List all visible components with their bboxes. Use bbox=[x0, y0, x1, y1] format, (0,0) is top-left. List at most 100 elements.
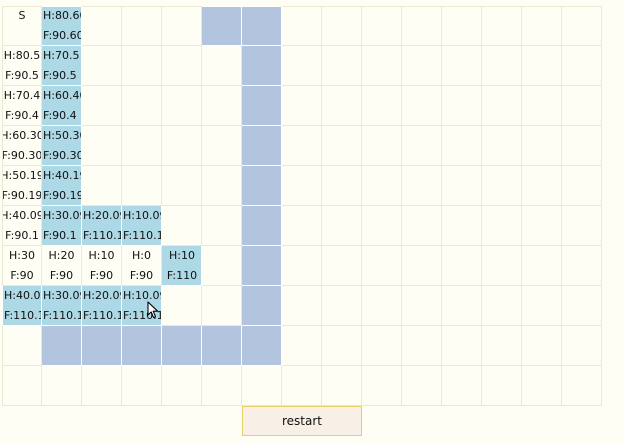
grid-cell[interactable] bbox=[402, 46, 442, 86]
grid-cell[interactable] bbox=[482, 246, 522, 286]
grid-cell[interactable] bbox=[202, 206, 242, 246]
wall-cell[interactable] bbox=[202, 6, 242, 46]
grid-cell[interactable] bbox=[282, 206, 322, 246]
grid-cell[interactable] bbox=[282, 286, 322, 326]
wall-cell[interactable] bbox=[242, 6, 282, 46]
grid-cell[interactable] bbox=[322, 366, 362, 406]
grid-cell[interactable] bbox=[482, 206, 522, 246]
grid-cell[interactable] bbox=[362, 326, 402, 366]
grid-cell[interactable] bbox=[482, 126, 522, 166]
grid-cell[interactable] bbox=[442, 166, 482, 206]
grid-cell[interactable] bbox=[162, 6, 202, 46]
path-cell[interactable]: H:10.09 F:110.1 bbox=[122, 206, 162, 246]
wall-cell[interactable] bbox=[242, 46, 282, 86]
grid-cell[interactable] bbox=[362, 286, 402, 326]
grid-cell[interactable] bbox=[282, 366, 322, 406]
grid-cell[interactable] bbox=[402, 286, 442, 326]
grid-cell[interactable] bbox=[282, 46, 322, 86]
wall-cell[interactable] bbox=[242, 166, 282, 206]
grid-cell[interactable] bbox=[442, 6, 482, 46]
wall-cell[interactable] bbox=[202, 326, 242, 366]
grid-cell[interactable] bbox=[562, 286, 602, 326]
path-cell[interactable]: H:70.5 F:90.5 bbox=[42, 46, 82, 86]
grid-cell[interactable] bbox=[522, 366, 562, 406]
grid-cell[interactable] bbox=[402, 166, 442, 206]
restart-button[interactable]: restart bbox=[242, 406, 362, 436]
grid-cell[interactable] bbox=[122, 126, 162, 166]
open-cell[interactable]: H:10 F:90 bbox=[82, 246, 122, 286]
grid-cell[interactable] bbox=[362, 166, 402, 206]
grid-cell[interactable] bbox=[202, 286, 242, 326]
grid-cell[interactable] bbox=[402, 246, 442, 286]
grid-cell[interactable] bbox=[322, 46, 362, 86]
path-cell[interactable]: H:20.09 F:110.1 bbox=[82, 206, 122, 246]
wall-cell[interactable] bbox=[242, 126, 282, 166]
grid-cell[interactable] bbox=[442, 366, 482, 406]
wall-cell[interactable] bbox=[242, 286, 282, 326]
grid-cell[interactable] bbox=[402, 86, 442, 126]
grid-cell[interactable] bbox=[162, 46, 202, 86]
grid-cell[interactable] bbox=[402, 126, 442, 166]
grid-cell[interactable] bbox=[562, 86, 602, 126]
grid-cell[interactable] bbox=[402, 326, 442, 366]
grid-cell[interactable] bbox=[162, 206, 202, 246]
grid-cell[interactable] bbox=[82, 166, 122, 206]
open-cell[interactable]: H:50.19 F:90.19 bbox=[2, 166, 42, 206]
grid-cell[interactable] bbox=[162, 86, 202, 126]
grid-cell[interactable] bbox=[2, 366, 42, 406]
grid-cell[interactable] bbox=[122, 6, 162, 46]
path-cell[interactable]: H:40.09 F:110.1 bbox=[2, 286, 42, 326]
grid-cell[interactable] bbox=[522, 86, 562, 126]
grid-cell[interactable] bbox=[482, 166, 522, 206]
grid-cell[interactable] bbox=[362, 126, 402, 166]
grid-cell[interactable] bbox=[122, 366, 162, 406]
grid-cell[interactable] bbox=[122, 166, 162, 206]
grid-cell[interactable] bbox=[2, 326, 42, 366]
grid-cell[interactable] bbox=[522, 246, 562, 286]
grid-cell[interactable] bbox=[202, 126, 242, 166]
grid-cell[interactable] bbox=[562, 6, 602, 46]
path-cell[interactable]: H:60.40 F:90.4 bbox=[42, 86, 82, 126]
grid-cell[interactable] bbox=[402, 366, 442, 406]
grid-cell[interactable] bbox=[362, 366, 402, 406]
grid-cell[interactable] bbox=[522, 326, 562, 366]
grid-cell[interactable] bbox=[442, 206, 482, 246]
grid-cell[interactable] bbox=[522, 286, 562, 326]
grid-cell[interactable] bbox=[522, 46, 562, 86]
grid-cell[interactable] bbox=[362, 206, 402, 246]
grid-cell[interactable] bbox=[362, 246, 402, 286]
grid-cell[interactable] bbox=[362, 46, 402, 86]
grid-cell[interactable] bbox=[362, 86, 402, 126]
grid-cell[interactable] bbox=[82, 366, 122, 406]
path-cell[interactable]: H:30.09 F:90.1 bbox=[42, 206, 82, 246]
grid-cell[interactable] bbox=[562, 126, 602, 166]
grid-cell[interactable] bbox=[442, 326, 482, 366]
grid-cell[interactable] bbox=[122, 86, 162, 126]
grid-cell[interactable] bbox=[322, 6, 362, 46]
grid-cell[interactable] bbox=[202, 166, 242, 206]
grid-cell[interactable] bbox=[282, 166, 322, 206]
grid-cell[interactable] bbox=[82, 46, 122, 86]
grid-cell[interactable] bbox=[562, 166, 602, 206]
grid-cell[interactable] bbox=[202, 86, 242, 126]
grid-cell[interactable] bbox=[562, 46, 602, 86]
grid-cell[interactable] bbox=[282, 126, 322, 166]
grid-cell[interactable] bbox=[82, 126, 122, 166]
grid-cell[interactable] bbox=[562, 246, 602, 286]
wall-cell[interactable] bbox=[242, 86, 282, 126]
grid-cell[interactable] bbox=[282, 6, 322, 46]
open-cell[interactable]: H:70.4 F:90.4 bbox=[2, 86, 42, 126]
grid-cell[interactable] bbox=[562, 206, 602, 246]
grid-cell[interactable] bbox=[522, 6, 562, 46]
grid-cell[interactable] bbox=[322, 126, 362, 166]
grid-cell[interactable] bbox=[282, 86, 322, 126]
grid-cell[interactable] bbox=[122, 46, 162, 86]
path-cell[interactable]: H:10 F:110 bbox=[162, 246, 202, 286]
grid-cell[interactable] bbox=[402, 6, 442, 46]
grid-cell[interactable] bbox=[202, 46, 242, 86]
wall-cell[interactable] bbox=[82, 326, 122, 366]
grid-cell[interactable] bbox=[522, 126, 562, 166]
path-cell[interactable]: H:50.30 F:90.30 bbox=[42, 126, 82, 166]
grid-cell[interactable] bbox=[362, 6, 402, 46]
grid-cell[interactable] bbox=[322, 326, 362, 366]
